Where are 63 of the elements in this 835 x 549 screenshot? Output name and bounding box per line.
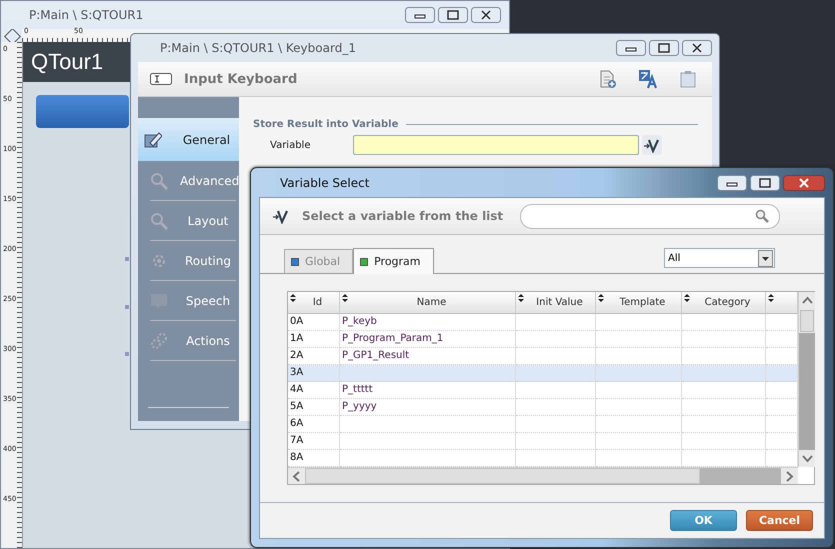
column-header[interactable]: Id — [288, 292, 340, 314]
window-title: Variable Select — [280, 176, 370, 190]
table-cell: P_Program_Param_1 — [340, 331, 516, 348]
dialog-heading: Select a variable from the list — [302, 209, 504, 223]
selection-handle[interactable] — [125, 257, 129, 261]
edit-icon — [144, 130, 162, 148]
sort-icon — [684, 294, 690, 302]
search-icon — [755, 209, 769, 223]
column-header[interactable]: Template — [596, 292, 682, 314]
cancel-button[interactable]: Cancel — [746, 510, 813, 531]
table-cell: P_ttttt — [340, 382, 516, 399]
sidebar-item[interactable]: General — [138, 118, 239, 161]
horizontal-scrollbar[interactable] — [288, 467, 798, 484]
variable-field[interactable] — [353, 135, 639, 155]
close-button[interactable] — [783, 174, 825, 190]
gears-icon — [150, 332, 168, 350]
sort-icon — [518, 294, 524, 302]
window-title: P:Main \ S:QTOUR1 — [29, 8, 144, 22]
table-cell: 4A — [288, 382, 340, 399]
variable-picker-button[interactable] — [642, 135, 662, 155]
translate-icon[interactable] — [638, 69, 658, 89]
magnifier-icon — [150, 172, 168, 190]
scroll-thumb[interactable] — [700, 468, 781, 484]
clipboard-icon[interactable] — [680, 70, 696, 88]
selection-handle[interactable] — [125, 352, 129, 356]
close-button[interactable] — [682, 40, 712, 56]
minimize-button[interactable] — [717, 174, 747, 190]
column-header[interactable]: Category — [682, 292, 766, 314]
vertical-scrollbar[interactable] — [798, 292, 815, 467]
keyboard-field-icon — [150, 73, 172, 85]
section-title: Store Result into Variable — [253, 119, 398, 130]
table-cell — [766, 365, 798, 382]
rotate-icon[interactable] — [4, 29, 22, 45]
add-variable-icon — [272, 208, 290, 224]
field-label: Variable — [270, 140, 312, 150]
tab[interactable]: Program — [353, 248, 434, 274]
minimize-button[interactable] — [405, 7, 435, 23]
table-cell: 1A — [288, 331, 340, 348]
sort-icon — [290, 294, 296, 302]
maximize-button[interactable] — [750, 174, 780, 190]
table-cell: 3A — [288, 365, 340, 382]
sort-icon[interactable] — [768, 294, 774, 302]
window-title: P:Main \ S:QTOUR1 \ Keyboard_1 — [160, 41, 356, 55]
table-cell: 6A — [288, 416, 340, 433]
search-field[interactable] — [520, 204, 780, 228]
sort-icon — [598, 294, 604, 302]
table-cell: 5A — [288, 399, 340, 416]
filter-dropdown[interactable]: All — [664, 248, 775, 268]
close-button[interactable] — [471, 7, 501, 23]
column-header[interactable]: Init Value — [516, 292, 596, 314]
minimize-button[interactable] — [616, 40, 646, 56]
column-header[interactable]: Name — [340, 292, 516, 314]
table-cell: 7A — [288, 433, 340, 450]
table-cell: 0A — [288, 314, 340, 331]
scroll-thumb[interactable] — [800, 310, 814, 332]
sort-icon — [342, 294, 348, 302]
table-cell: P_yyyy — [340, 399, 516, 416]
selection-handle[interactable] — [125, 305, 129, 309]
table-cell: P_keyb — [340, 314, 516, 331]
maximize-button[interactable] — [649, 40, 679, 56]
document-add-icon[interactable] — [598, 70, 616, 88]
maximize-button[interactable] — [438, 7, 468, 23]
magnifier-icon — [150, 212, 168, 230]
